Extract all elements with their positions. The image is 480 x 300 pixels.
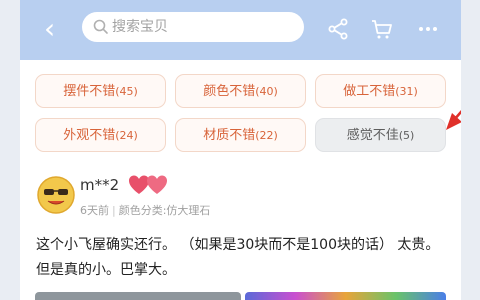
tag-label: 感觉不佳 <box>346 128 399 143</box>
hearts-icon <box>129 175 167 194</box>
more-icon[interactable] <box>416 17 440 41</box>
phone-screen: ‹ 搜索宝贝 摆件不错(45) 颜色不错(40) 做工不错(31) 外观不错(2… <box>20 0 461 300</box>
tag-label: 做工不错 <box>343 84 396 99</box>
tag-count: (22) <box>255 129 278 142</box>
review-photo[interactable] <box>245 292 446 300</box>
arrow-annotation <box>446 109 461 130</box>
search-icon <box>93 19 108 34</box>
tag-button[interactable]: 颜色不错(40) <box>175 74 306 108</box>
tag-label: 外观不错 <box>63 128 116 143</box>
tag-count: (31) <box>395 85 418 98</box>
share-icon[interactable] <box>326 17 350 41</box>
user-name: m**2 <box>80 176 120 194</box>
search-input[interactable]: 搜索宝贝 <box>82 12 304 42</box>
header-bar: ‹ 搜索宝贝 <box>20 0 461 60</box>
back-icon[interactable]: ‹ <box>44 15 68 43</box>
tag-button[interactable]: 材质不错(22) <box>175 118 306 152</box>
meta-divider: | <box>112 204 116 217</box>
tag-count: (40) <box>255 85 278 98</box>
cart-icon[interactable] <box>370 17 394 41</box>
avatar-icon <box>37 176 75 214</box>
review-text: 这个小飞屋确实还行。 （如果是30块而不是100块的话） 太贵。 但是真的小。巴… <box>36 237 440 278</box>
review-time: 6天前 <box>80 204 109 217</box>
review-sku: 颜色分类:仿大理石 <box>118 204 211 217</box>
tag-button[interactable]: 做工不错(31) <box>315 74 446 108</box>
tag-count: (45) <box>115 85 138 98</box>
search-placeholder: 搜索宝贝 <box>112 19 168 35</box>
tag-label: 摆件不错 <box>63 84 116 99</box>
review-meta: 6天前 | 颜色分类:仿大理石 <box>80 204 210 218</box>
tag-count: (24) <box>115 129 138 142</box>
tag-count: (5) <box>398 129 415 142</box>
tag-button[interactable]: 外观不错(24) <box>35 118 166 152</box>
tag-label: 颜色不错 <box>203 84 256 99</box>
tag-button-negative[interactable]: 感觉不佳(5) <box>315 118 446 152</box>
tag-label: 材质不错 <box>203 128 256 143</box>
tag-button[interactable]: 摆件不错(45) <box>35 74 166 108</box>
review-photo[interactable] <box>35 292 241 300</box>
